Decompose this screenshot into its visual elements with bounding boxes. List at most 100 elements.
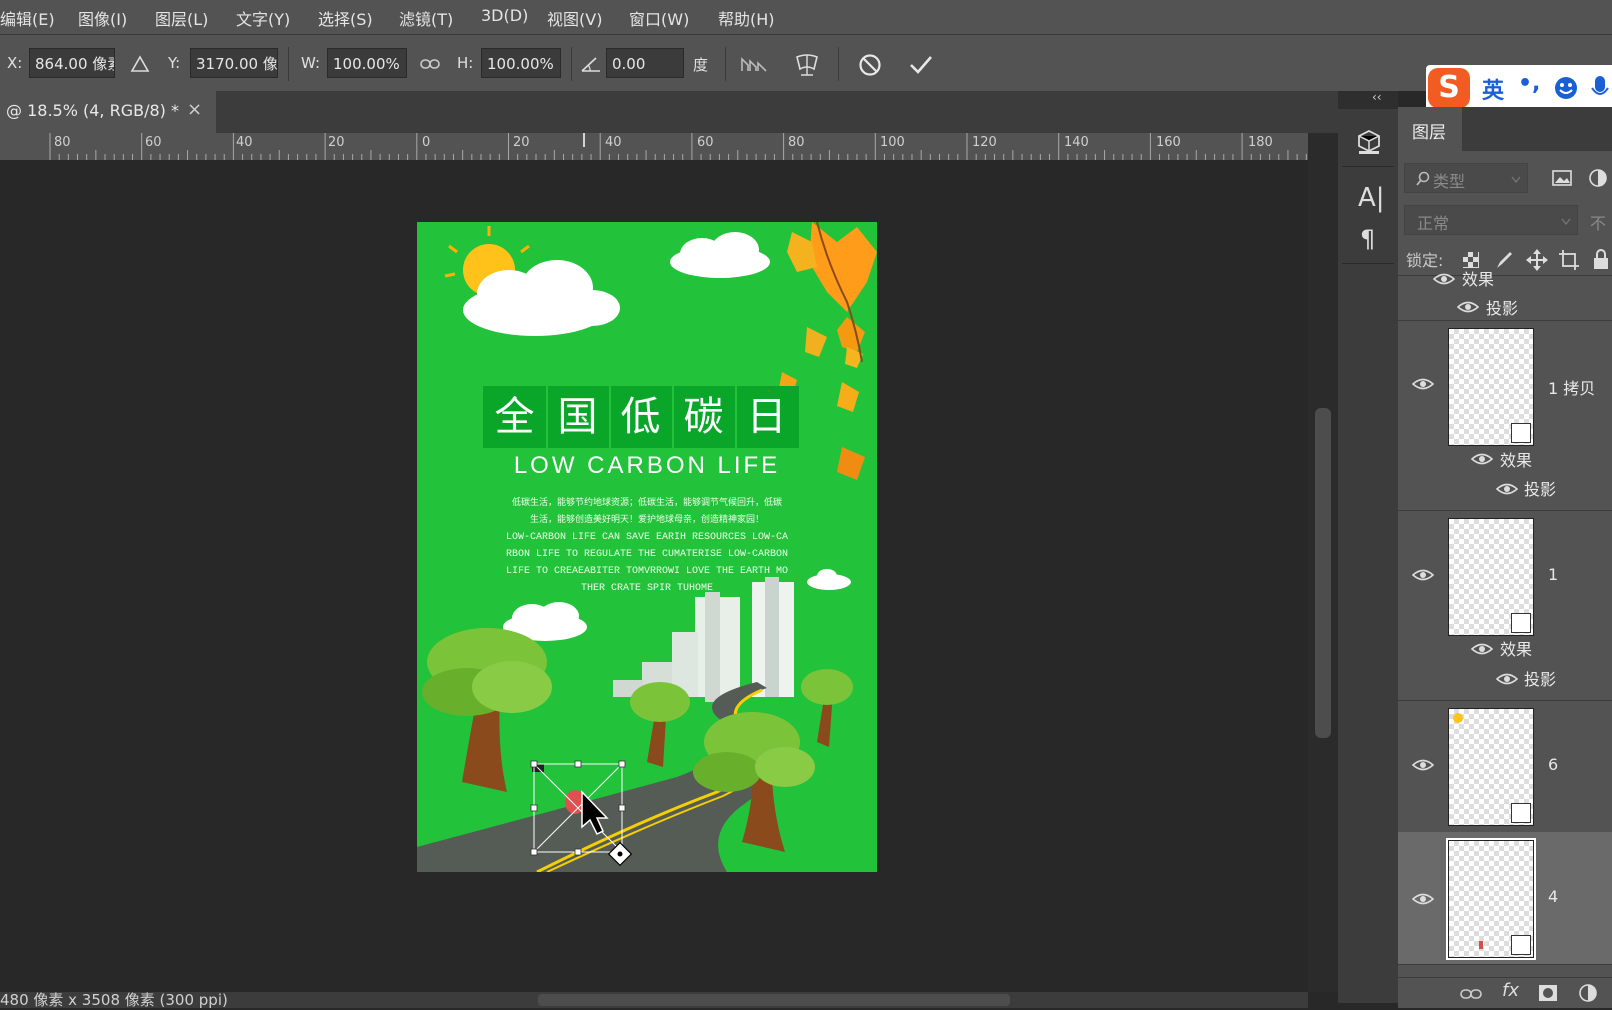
lock-image-pixels-icon[interactable] (1494, 250, 1514, 270)
close-icon[interactable]: × (187, 99, 202, 120)
link-layers-icon[interactable] (1460, 988, 1482, 1000)
separator (1342, 263, 1394, 264)
lock-position-icon[interactable] (1526, 249, 1548, 271)
tree-icon (630, 682, 690, 767)
menu-view[interactable]: 视图(V) (547, 6, 602, 30)
chevron-down-icon (1511, 176, 1521, 184)
ruler-label: 60 (145, 135, 162, 150)
layer-name[interactable]: 4 (1548, 887, 1558, 906)
drop-shadow-label: 投影 (1486, 299, 1519, 318)
menu-3d[interactable]: 3D(D) (481, 6, 528, 25)
layers-tab[interactable]: 图层 (1398, 107, 1462, 151)
height-field[interactable]: 100.00% (481, 48, 561, 78)
document-tab[interactable]: @ 18.5% (4, RGB/8) * × (0, 91, 216, 133)
smart-object-icon (1511, 803, 1531, 823)
eye-icon[interactable] (1412, 568, 1434, 582)
body-line: LOW-CARBON LIFE CAN SAVE EARIH RESOURCES… (505, 532, 789, 543)
smart-object-icon (1511, 613, 1531, 633)
x-field[interactable]: 864.00 像素 (29, 48, 115, 78)
interpolation-icon[interactable] (740, 55, 768, 73)
add-mask-icon[interactable] (1538, 984, 1558, 1002)
layer-row-selected[interactable]: 4 (1398, 832, 1612, 965)
menu-type[interactable]: 文字(Y) (236, 6, 290, 30)
scooter-thumbnail-icon (1479, 941, 1483, 949)
lock-all-icon[interactable] (1592, 249, 1610, 271)
body-line: LIFE TO CREAEABITER TOMVRROWI LOVE THE E… (505, 566, 789, 577)
menu-edit[interactable]: 编辑(E) (0, 6, 55, 30)
menu-image[interactable]: 图像(I) (78, 6, 127, 30)
eye-icon[interactable] (1412, 892, 1434, 906)
menu-layer[interactable]: 图层(L) (155, 6, 208, 30)
link-icon[interactable] (420, 57, 440, 71)
angle-field[interactable]: 0.00 (606, 48, 684, 78)
blend-mode-select[interactable]: 正常 (1404, 205, 1578, 235)
scrollbar-thumb[interactable] (1315, 408, 1331, 738)
poster-body-en: LOW-CARBON LIFE CAN SAVE EARIH RESOURCES… (417, 529, 877, 597)
eye-icon[interactable] (1496, 482, 1518, 496)
poster-document[interactable]: 全 国 低 碳 日 LOW CARBON LIFE 低碳生活，能够节约地球资源；… (417, 222, 877, 872)
paragraph-panel-icon[interactable]: ¶ (1360, 225, 1375, 253)
separator (1342, 166, 1394, 167)
ime-punct[interactable]: •, (1518, 71, 1540, 96)
eye-icon[interactable] (1412, 758, 1434, 772)
layer-effects-row[interactable]: 效果 投影 (1398, 270, 1612, 321)
separator (838, 47, 839, 81)
canvas-area[interactable]: 全 国 低 碳 日 LOW CARBON LIFE 低碳生活，能够节约地球资源；… (0, 160, 1308, 992)
layer-filter-select[interactable]: 类型 (1404, 163, 1528, 193)
reference-point-icon[interactable] (130, 55, 150, 73)
opacity-label: 不 (1590, 214, 1607, 233)
eye-icon[interactable] (1471, 452, 1493, 466)
layer-name[interactable]: 1 拷贝 (1548, 375, 1595, 399)
ruler-label: 160 (1156, 135, 1181, 150)
layer-row[interactable]: 6 (1398, 700, 1612, 833)
character-panel-icon[interactable]: A| (1358, 183, 1385, 213)
eye-icon[interactable] (1496, 672, 1518, 686)
drop-shadow-label: 投影 (1524, 670, 1557, 689)
separator (725, 47, 726, 81)
emoji-icon[interactable] (1554, 76, 1578, 100)
h-label: H: (457, 54, 474, 72)
adjustment-filter-icon[interactable] (1588, 168, 1608, 188)
eye-icon[interactable] (1412, 377, 1434, 391)
y-field[interactable]: 3170.00 像 (190, 48, 278, 78)
document-tab-title: @ 18.5% (4, RGB/8) * (6, 101, 179, 120)
layers-bottom-toolbar: fx (1398, 977, 1612, 1008)
cancel-transform-icon[interactable] (858, 53, 882, 77)
eye-icon[interactable] (1471, 642, 1493, 656)
body-line: RBON LIFE TO REGULATE THE CUMATERISE LOW… (505, 549, 789, 560)
layer-row[interactable]: 1 效果 投影 (1398, 510, 1612, 701)
ruler-label: 20 (513, 135, 530, 150)
lock-artboard-icon[interactable] (1558, 249, 1580, 271)
eye-icon[interactable] (1433, 272, 1455, 286)
menu-help[interactable]: 帮助(H) (718, 6, 775, 30)
menu-select[interactable]: 选择(S) (318, 6, 373, 30)
horizontal-scrollbar-thumb[interactable] (538, 994, 1010, 1006)
poster-body-cn: 低碳生活，能够节约地球资源；低碳生活，能够调节气候回升，低碳 生活，能够创造美好… (417, 495, 877, 529)
warp-icon[interactable] (794, 51, 820, 77)
menu-filter[interactable]: 滤镜(T) (399, 6, 453, 30)
commit-transform-icon[interactable] (908, 53, 934, 75)
image-filter-icon[interactable] (1552, 169, 1572, 187)
document-size[interactable]: 480 像素 x 3508 像素 (300 ppi) (0, 989, 228, 1010)
effects-label: 效果 (1500, 451, 1533, 470)
menu-window[interactable]: 窗口(W) (629, 6, 689, 30)
fx-icon[interactable]: fx (1502, 980, 1519, 1001)
ruler-label: 40 (605, 135, 622, 150)
microphone-icon[interactable] (1590, 74, 1610, 102)
x-label: X: (7, 54, 23, 72)
vertical-scrollbar[interactable] (1308, 133, 1338, 992)
ime-language[interactable]: 英 (1482, 73, 1504, 105)
adjustment-layer-icon[interactable] (1578, 983, 1598, 1003)
title-char: 日 (746, 394, 787, 440)
effects-label: 效果 (1500, 640, 1533, 659)
eye-icon[interactable] (1457, 300, 1479, 314)
layer-name[interactable]: 1 (1548, 565, 1558, 584)
width-field[interactable]: 100.00% (327, 48, 407, 78)
status-bar: 480 像素 x 3508 像素 (300 ppi) (0, 989, 1308, 1010)
layer-name[interactable]: 6 (1548, 755, 1558, 774)
layers-panel: 图层 类型 正常 不 锁定: 效果 投影 1 拷贝 效果 投影 1 效果 投影 … (1398, 107, 1612, 1008)
collapse-icon[interactable]: ‹‹ (1372, 90, 1382, 104)
3d-panel-icon[interactable] (1356, 129, 1382, 155)
layer-row[interactable]: 1 拷贝 效果 投影 (1398, 320, 1612, 511)
poster-subtitle: LOW CARBON LIFE (513, 452, 781, 479)
